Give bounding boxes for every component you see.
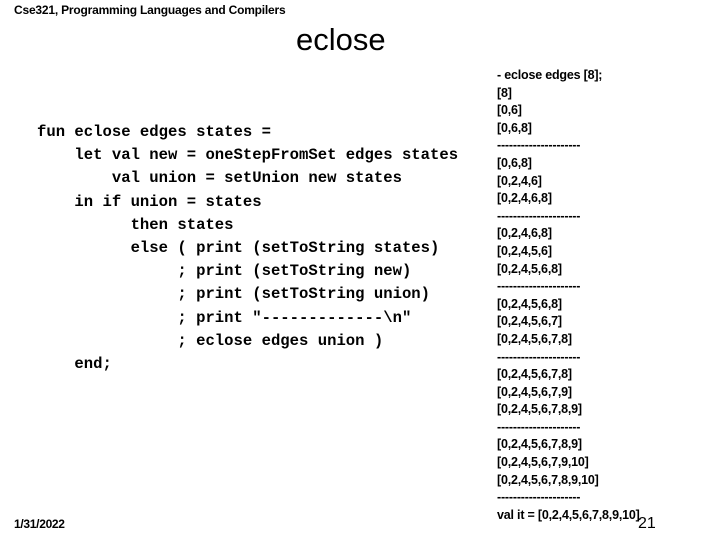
code-line: ; print "-------------\n": [37, 308, 412, 327]
page-number: 21: [638, 515, 656, 532]
output-line: [0,6,8]: [497, 155, 532, 170]
output-line: [0,6,8]: [497, 120, 532, 135]
output-separator: ---------------------: [497, 279, 581, 294]
footer-date: 1/31/2022: [14, 517, 65, 531]
output-line: [0,2,4,5,6,7,8]: [497, 367, 572, 382]
code-line: ; print (setToString union): [37, 285, 431, 304]
output-separator: ---------------------: [497, 208, 581, 223]
repl-output: - eclose edges [8]; [8] [0,6] [0,6,8] --…: [497, 67, 640, 524]
output-line: [0,2,4,5,6,8]: [497, 261, 562, 276]
output-line: [0,2,4,5,6,7,8]: [497, 331, 572, 346]
code-line: in if union = states: [37, 192, 262, 211]
output-line: [0,2,4,5,6,7,9,10]: [497, 455, 589, 470]
code-line: end;: [37, 355, 112, 374]
output-line: [0,2,4,5,6]: [497, 243, 552, 258]
slide-title: eclose: [296, 22, 386, 57]
code-line: then states: [37, 215, 234, 234]
output-line: [0,2,4,6,8]: [497, 226, 552, 241]
output-line: [0,2,4,5,6,8]: [497, 296, 562, 311]
output-line: [0,2,4,5,6,7,8,9]: [497, 402, 582, 417]
output-line: [0,2,4,5,6,7,8,9]: [497, 437, 582, 452]
code-line: let val new = oneStepFromSet edges state…: [37, 146, 459, 165]
output-separator: ---------------------: [497, 490, 581, 505]
code-line: ; eclose edges union ): [37, 331, 384, 350]
output-line: [0,2,4,5,6,7]: [497, 314, 562, 329]
output-separator: ---------------------: [497, 419, 581, 434]
output-result: val it = [0,2,4,5,6,7,8,9,10]: [497, 507, 640, 522]
code-line: val union = setUnion new states: [37, 169, 402, 188]
output-line: [0,2,4,5,6,7,9]: [497, 384, 572, 399]
output-separator: ---------------------: [497, 138, 581, 153]
output-line: [0,2,4,6]: [497, 173, 542, 188]
course-header: Cse321, Programming Languages and Compil…: [14, 3, 286, 17]
output-separator: ---------------------: [497, 349, 581, 364]
code-block: fun eclose edges states = let val new = …: [37, 121, 458, 376]
code-line: ; print (setToString new): [37, 262, 412, 281]
code-line: else ( print (setToString states): [37, 239, 440, 258]
output-line: [0,2,4,5,6,7,8,9,10]: [497, 472, 599, 487]
code-line: fun eclose edges states =: [37, 123, 271, 141]
output-line: - eclose edges [8];: [497, 68, 603, 82]
output-line: [0,6]: [497, 103, 522, 118]
output-line: [8]: [497, 85, 512, 100]
output-line: [0,2,4,6,8]: [497, 191, 552, 206]
